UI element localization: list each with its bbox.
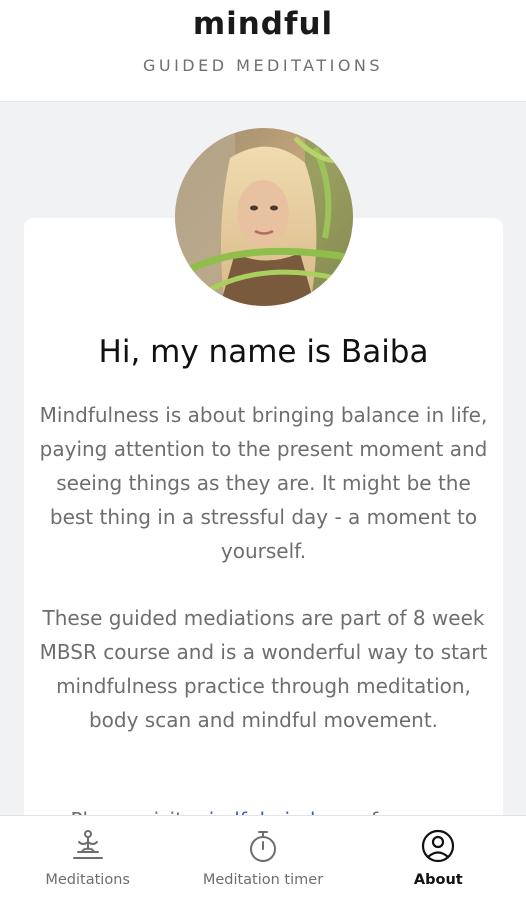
app-header: mindful GUIDED MEDITATIONS	[0, 0, 526, 102]
bio-paragraph: Mindfulness is about bringing balance in…	[39, 403, 488, 563]
user-circle-icon	[422, 829, 455, 863]
tab-label: Meditation timer	[202, 872, 324, 888]
meditation-pose-icon	[72, 830, 103, 859]
tab-meditation-timer[interactable]: Meditation timer	[175, 816, 350, 900]
stopwatch-icon	[249, 831, 276, 862]
tab-meditations[interactable]: Meditations	[0, 816, 175, 900]
tab-about[interactable]: About	[351, 816, 526, 900]
profile-avatar	[175, 128, 353, 306]
tab-label: Meditations	[45, 872, 130, 888]
app-title: mindful	[192, 6, 334, 42]
greeting-heading: Hi, my name is Baiba	[98, 334, 429, 370]
bio-paragraph: These guided mediations are part of 8 we…	[39, 606, 488, 732]
app-subtitle: GUIDED MEDITATIONS	[142, 56, 384, 75]
bottom-tab-bar: Meditations Meditation timer About	[0, 815, 526, 900]
tab-label: About	[413, 872, 463, 888]
